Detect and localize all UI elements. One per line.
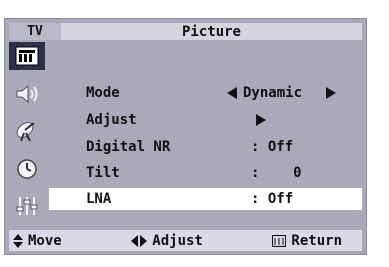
mode-value-text: Dynamic [243,85,303,101]
menu-return-icon [272,234,287,247]
adjust-label: Adjust [86,112,137,128]
picture-icon[interactable] [9,42,45,70]
setup-icon[interactable] [9,192,45,220]
adjust-submenu[interactable] [256,114,266,126]
left-arrow-icon[interactable] [227,87,237,99]
submenu-arrow-icon[interactable] [256,114,266,126]
lna-value: : Off [251,191,294,207]
clock-icon[interactable] [9,155,45,183]
menu-category-column [9,42,45,220]
digital-nr-value: : Off [251,139,294,155]
picture-menu-list: Mode Dynamic Adjust Digital NR : Off Til… [49,42,362,220]
footer-move: Move [13,233,62,249]
footer-adjust-label: Adjust [152,232,203,249]
lna-label: LNA [86,191,112,207]
sound-icon[interactable] [9,80,45,108]
menu-item-tilt[interactable]: Tilt : 0 [49,162,362,184]
footer-return-label: Return [291,232,342,249]
menu-footer: Move Adjust Return [9,230,362,251]
up-down-arrow-icon [13,233,23,248]
footer-return: Return [272,233,342,249]
menu-item-mode[interactable]: Mode Dynamic [49,82,362,104]
tilt-value: : 0 [251,165,302,181]
menu-item-lna[interactable]: LNA : Off [49,188,362,210]
menu-item-digital-nr[interactable]: Digital NR : Off [49,136,362,158]
menu-item-adjust[interactable]: Adjust [49,109,362,131]
digital-nr-label: Digital NR [86,139,171,155]
mode-value[interactable]: Dynamic [227,85,337,101]
tilt-label: Tilt [86,165,120,181]
menu-title: Picture [61,23,362,40]
antenna-icon[interactable] [9,117,45,145]
footer-adjust: Adjust [131,233,203,249]
mode-label: Mode [86,85,120,101]
footer-move-label: Move [28,232,62,249]
right-arrow-icon[interactable] [326,87,337,99]
left-right-arrow-icon [131,234,148,247]
tv-osd-menu: TV Picture Mode Dynamic Adjust Digital N… [4,18,367,255]
tv-tab[interactable]: TV [9,23,61,40]
